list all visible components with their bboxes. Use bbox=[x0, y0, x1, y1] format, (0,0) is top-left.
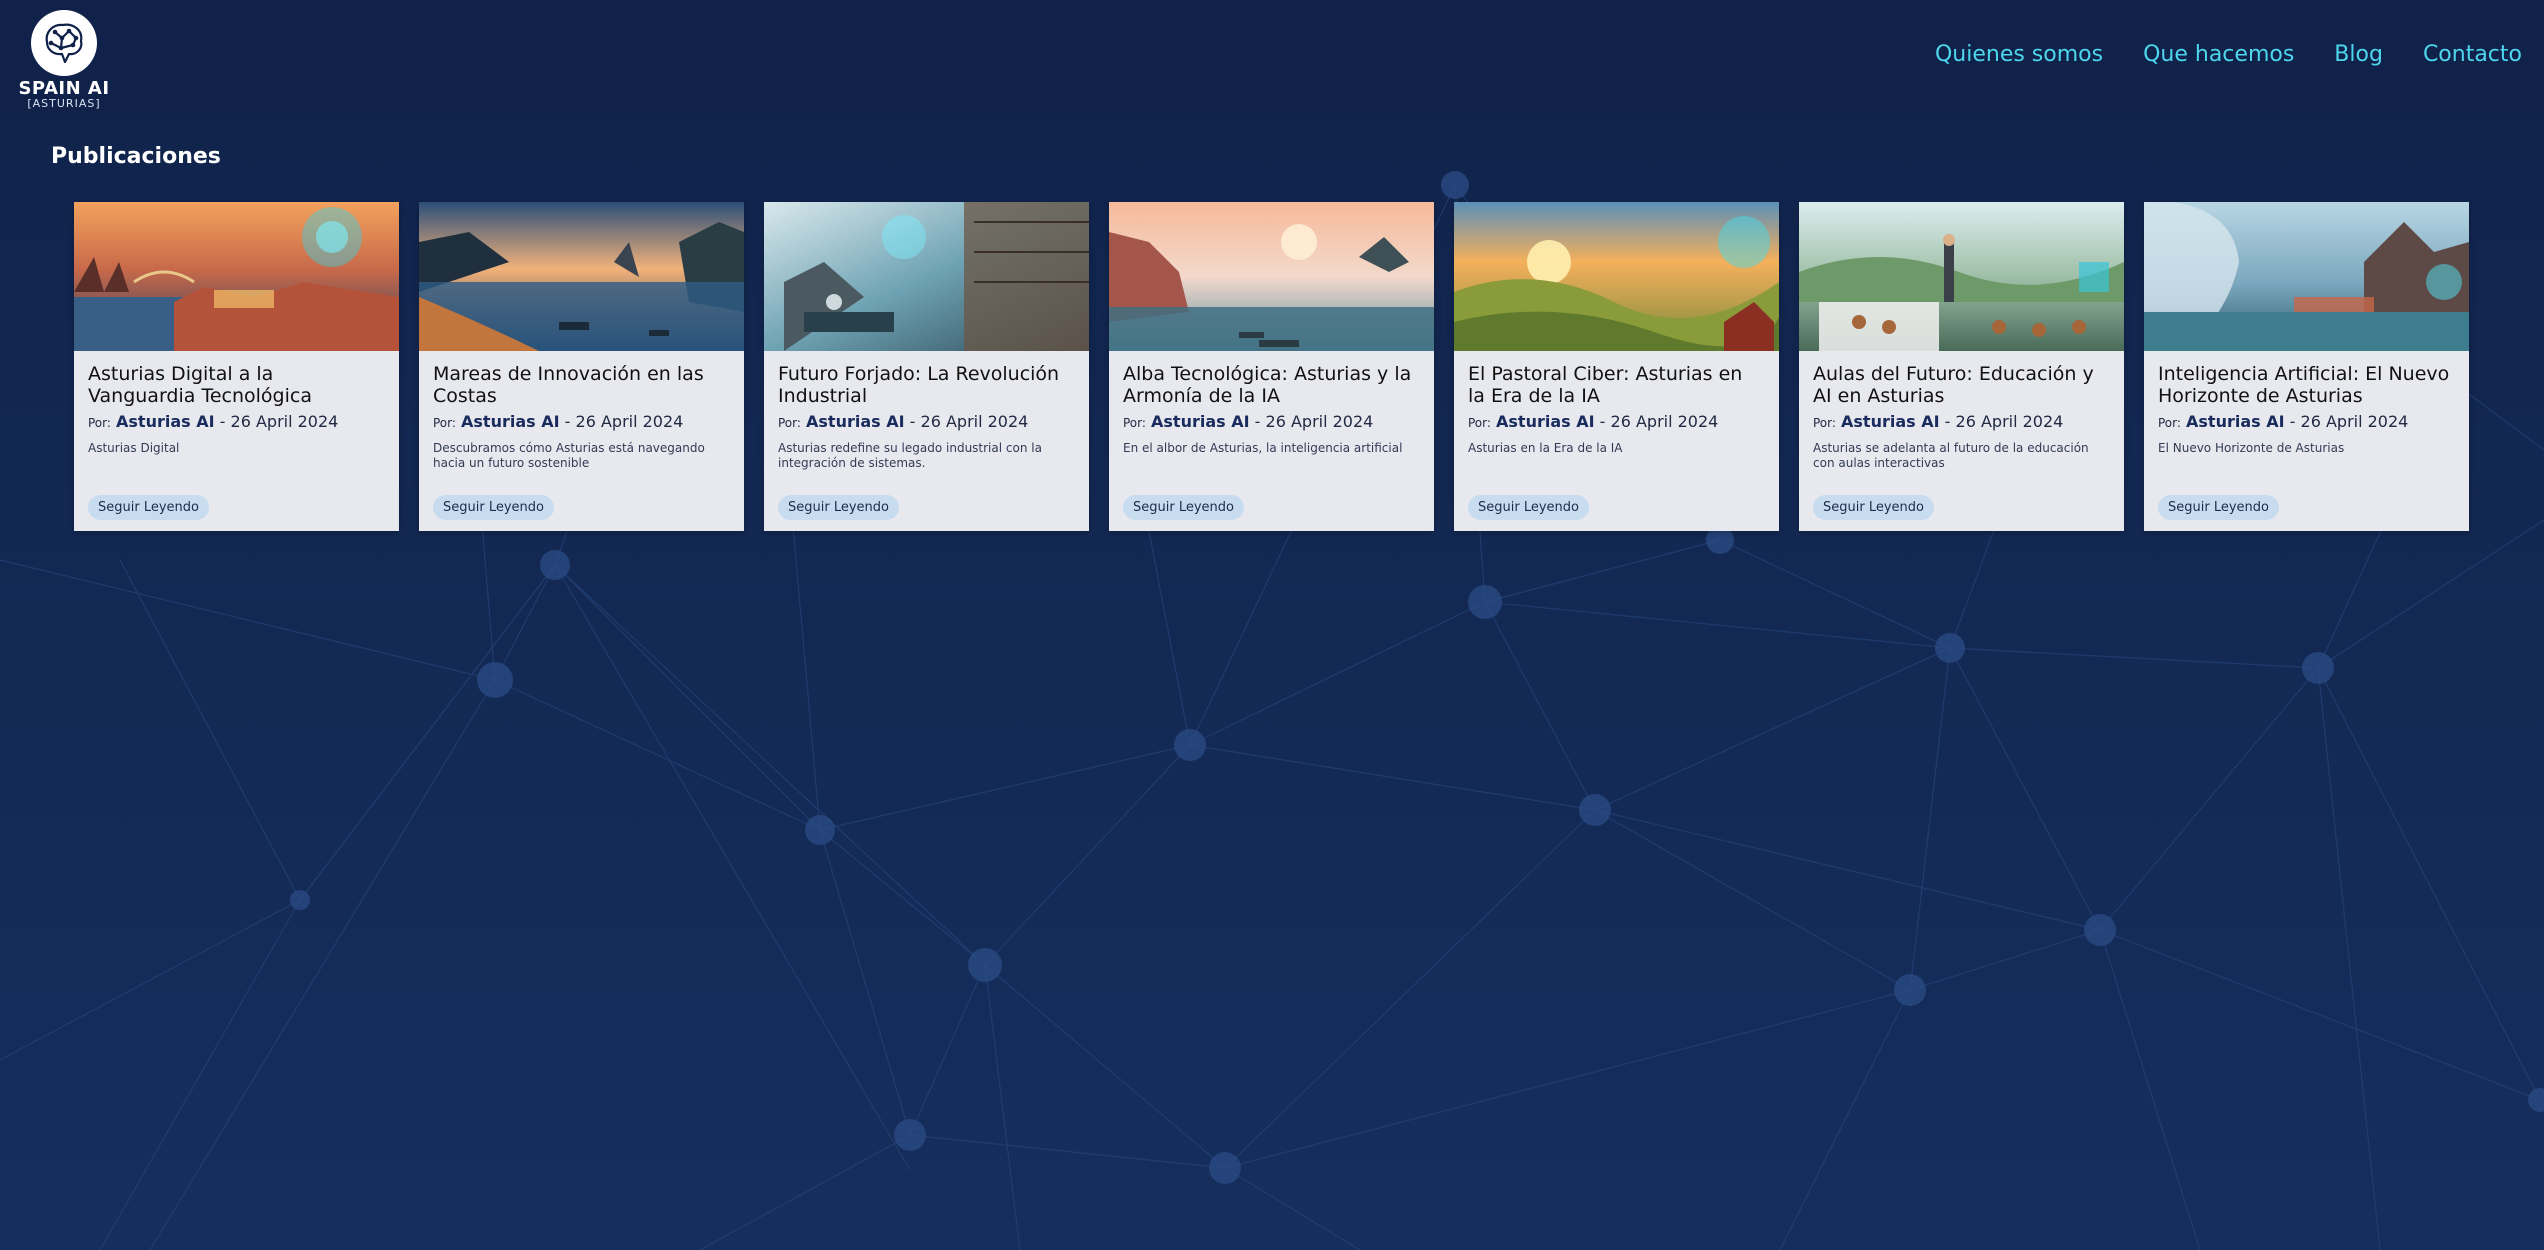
post-author[interactable]: Asturias AI bbox=[116, 412, 215, 431]
post-date: - 26 April 2024 bbox=[909, 412, 1029, 431]
post-excerpt: Asturias se adelanta al futuro de la edu… bbox=[1813, 441, 2089, 470]
post-date: - 26 April 2024 bbox=[1944, 412, 2064, 431]
post-excerpt: En el albor de Asturias, la inteligencia… bbox=[1123, 441, 1403, 455]
post-card[interactable]: Inteligencia Artificial: El Nuevo Horizo… bbox=[2144, 202, 2469, 531]
post-image-coast-sunset[interactable] bbox=[419, 202, 744, 351]
main-nav: Quienes somos Que hacemos Blog Contacto bbox=[1935, 42, 2522, 67]
post-meta: Por: Asturias AI - 26 April 2024 bbox=[1813, 412, 2110, 431]
post-title[interactable]: Inteligencia Artificial: El Nuevo Horizo… bbox=[2158, 363, 2455, 407]
post-image-pastoral[interactable] bbox=[1454, 202, 1779, 351]
post-card[interactable]: Asturias Digital a la Vanguardia Tecnoló… bbox=[74, 202, 399, 531]
nav-link-que-hacemos[interactable]: Que hacemos bbox=[2143, 42, 2294, 67]
post-excerpt: Descubramos cómo Asturias está navegando… bbox=[433, 441, 705, 470]
nav-link-blog[interactable]: Blog bbox=[2334, 42, 2383, 67]
post-body: Futuro Forjado: La Revolución Industrial… bbox=[764, 351, 1089, 531]
site-header: SPAIN AI [ASTURIAS] Quienes somos Que ha… bbox=[0, 0, 2544, 115]
post-image-industrial[interactable] bbox=[764, 202, 1089, 351]
posts-grid: Asturias Digital a la Vanguardia Tecnoló… bbox=[74, 202, 2469, 531]
post-date: - 26 April 2024 bbox=[219, 412, 339, 431]
post-by-label: Por: bbox=[2158, 416, 2181, 430]
post-meta: Por: Asturias AI - 26 April 2024 bbox=[88, 412, 385, 431]
post-title[interactable]: Asturias Digital a la Vanguardia Tecnoló… bbox=[88, 363, 385, 407]
brain-logo-icon bbox=[31, 10, 97, 76]
read-more-button[interactable]: Seguir Leyendo bbox=[1813, 495, 1934, 520]
post-card[interactable]: El Pastoral Ciber: Asturias en la Era de… bbox=[1454, 202, 1779, 531]
post-title[interactable]: El Pastoral Ciber: Asturias en la Era de… bbox=[1468, 363, 1765, 407]
post-date: - 26 April 2024 bbox=[1599, 412, 1719, 431]
post-excerpt: Asturias redefine su legado industrial c… bbox=[778, 441, 1042, 470]
post-card[interactable]: Futuro Forjado: La Revolución Industrial… bbox=[764, 202, 1089, 531]
read-more-button[interactable]: Seguir Leyendo bbox=[1123, 495, 1244, 520]
post-author[interactable]: Asturias AI bbox=[461, 412, 560, 431]
post-author[interactable]: Asturias AI bbox=[2186, 412, 2285, 431]
post-title[interactable]: Aulas del Futuro: Educación y AI en Astu… bbox=[1813, 363, 2110, 407]
post-date: - 26 April 2024 bbox=[564, 412, 684, 431]
read-more-button[interactable]: Seguir Leyendo bbox=[88, 495, 209, 520]
post-image-city-dusk[interactable] bbox=[74, 202, 399, 351]
post-meta: Por: Asturias AI - 26 April 2024 bbox=[1468, 412, 1765, 431]
post-body: Mareas de Innovación en las Costas Por: … bbox=[419, 351, 744, 531]
brand-subtitle: [ASTURIAS] bbox=[27, 97, 101, 110]
post-body: Asturias Digital a la Vanguardia Tecnoló… bbox=[74, 351, 399, 531]
post-by-label: Por: bbox=[1123, 416, 1146, 430]
post-date: - 26 April 2024 bbox=[1254, 412, 1374, 431]
section-title: Publicaciones bbox=[51, 144, 221, 169]
post-body: Inteligencia Artificial: El Nuevo Horizo… bbox=[2144, 351, 2469, 531]
post-by-label: Por: bbox=[1468, 416, 1491, 430]
post-body: Alba Tecnológica: Asturias y la Armonía … bbox=[1109, 351, 1434, 531]
post-meta: Por: Asturias AI - 26 April 2024 bbox=[1123, 412, 1420, 431]
post-title[interactable]: Alba Tecnológica: Asturias y la Armonía … bbox=[1123, 363, 1420, 407]
read-more-button[interactable]: Seguir Leyendo bbox=[1468, 495, 1589, 520]
post-excerpt: Asturias en la Era de la IA bbox=[1468, 441, 1623, 455]
post-excerpt: El Nuevo Horizonte de Asturias bbox=[2158, 441, 2345, 455]
post-title[interactable]: Mareas de Innovación en las Costas bbox=[433, 363, 730, 407]
post-meta: Por: Asturias AI - 26 April 2024 bbox=[433, 412, 730, 431]
read-more-button[interactable]: Seguir Leyendo bbox=[2158, 495, 2279, 520]
post-body: Aulas del Futuro: Educación y AI en Astu… bbox=[1799, 351, 2124, 531]
post-author[interactable]: Asturias AI bbox=[1496, 412, 1595, 431]
post-by-label: Por: bbox=[778, 416, 801, 430]
nav-link-contacto[interactable]: Contacto bbox=[2423, 42, 2522, 67]
post-excerpt: Asturias Digital bbox=[88, 441, 180, 455]
post-by-label: Por: bbox=[1813, 416, 1836, 430]
post-author[interactable]: Asturias AI bbox=[806, 412, 905, 431]
brand-name: SPAIN AI bbox=[18, 78, 110, 99]
post-image-classroom[interactable] bbox=[1799, 202, 2124, 351]
post-author[interactable]: Asturias AI bbox=[1151, 412, 1250, 431]
post-image-ai-face[interactable] bbox=[2144, 202, 2469, 351]
logo[interactable]: SPAIN AI [ASTURIAS] bbox=[18, 8, 110, 110]
post-author[interactable]: Asturias AI bbox=[1841, 412, 1940, 431]
post-card[interactable]: Mareas de Innovación en las Costas Por: … bbox=[419, 202, 744, 531]
nav-link-quienes-somos[interactable]: Quienes somos bbox=[1935, 42, 2103, 67]
post-meta: Por: Asturias AI - 26 April 2024 bbox=[778, 412, 1075, 431]
post-by-label: Por: bbox=[88, 416, 111, 430]
post-title[interactable]: Futuro Forjado: La Revolución Industrial bbox=[778, 363, 1075, 407]
read-more-button[interactable]: Seguir Leyendo bbox=[778, 495, 899, 520]
post-date: - 26 April 2024 bbox=[2289, 412, 2409, 431]
post-card[interactable]: Alba Tecnológica: Asturias y la Armonía … bbox=[1109, 202, 1434, 531]
post-card[interactable]: Aulas del Futuro: Educación y AI en Astu… bbox=[1799, 202, 2124, 531]
network-background bbox=[0, 171, 2544, 1250]
post-by-label: Por: bbox=[433, 416, 456, 430]
post-body: El Pastoral Ciber: Asturias en la Era de… bbox=[1454, 351, 1779, 531]
post-image-misty-dawn[interactable] bbox=[1109, 202, 1434, 351]
post-meta: Por: Asturias AI - 26 April 2024 bbox=[2158, 412, 2455, 431]
read-more-button[interactable]: Seguir Leyendo bbox=[433, 495, 554, 520]
